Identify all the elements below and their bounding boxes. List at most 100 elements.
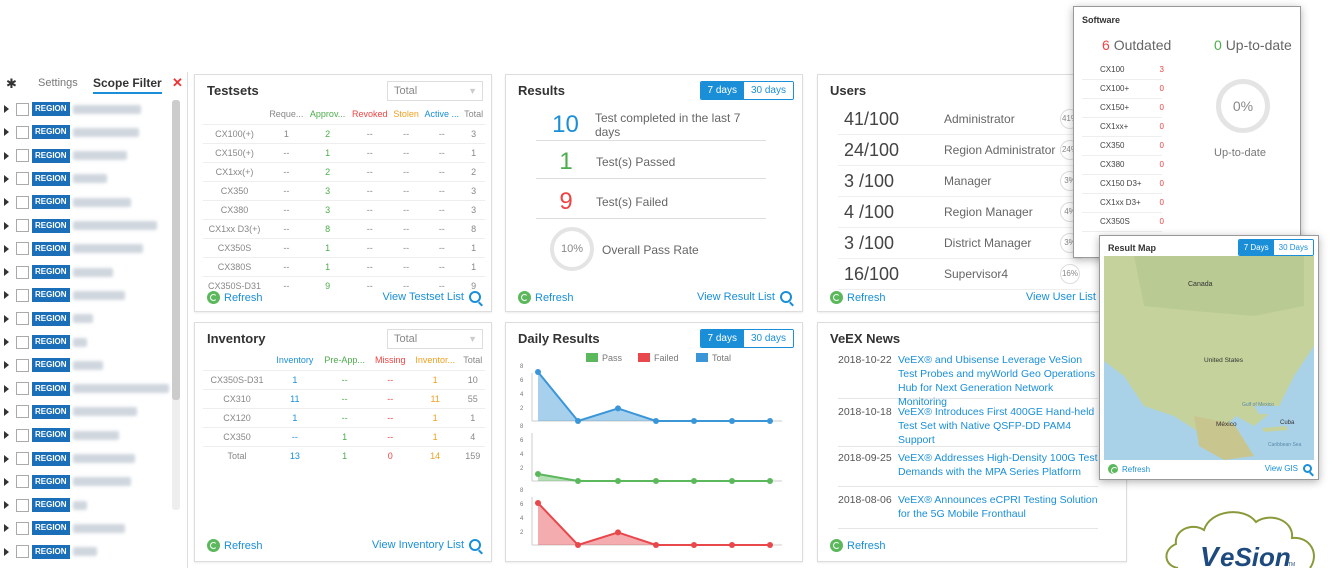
news-link[interactable]: VeEX® and Ubisense Leverage VeSion Test … <box>898 353 1098 409</box>
daily-range-toggle[interactable]: 7 days 30 days <box>699 329 794 348</box>
region-row[interactable]: REGION <box>4 521 125 536</box>
region-checkbox[interactable] <box>16 219 29 232</box>
data-point[interactable] <box>575 478 581 484</box>
result-map[interactable]: Canada United States México Cuba Gulf of… <box>1104 256 1314 460</box>
expand-icon[interactable] <box>4 268 9 277</box>
region-row[interactable]: REGION <box>4 241 143 256</box>
region-checkbox[interactable] <box>16 242 29 256</box>
expand-icon[interactable] <box>4 524 9 533</box>
data-point[interactable] <box>615 529 621 536</box>
region-row[interactable]: REGION <box>4 288 125 303</box>
expand-icon[interactable] <box>4 338 9 346</box>
region-checkbox[interactable] <box>16 102 29 116</box>
data-point[interactable] <box>535 369 541 375</box>
tab-30-days[interactable]: 30 days <box>743 330 793 347</box>
expand-icon[interactable] <box>4 128 9 137</box>
expand-icon[interactable] <box>4 221 9 230</box>
data-point[interactable] <box>653 418 659 424</box>
view-inventory-list-link[interactable]: View Inventory List <box>372 539 481 551</box>
refresh-button[interactable]: Refresh <box>518 291 574 304</box>
region-checkbox[interactable] <box>16 498 29 512</box>
news-item[interactable]: 2018-09-25 VeEX® Addresses High-Density 1… <box>838 451 1098 487</box>
region-row[interactable]: REGION <box>4 125 139 140</box>
region-row[interactable]: REGION <box>4 498 87 513</box>
refresh-button[interactable]: Refresh <box>830 539 886 552</box>
news-item[interactable]: 2018-08-06 VeEX® Announces eCPRI Testing … <box>838 493 1098 529</box>
region-row[interactable]: REGION <box>4 335 87 349</box>
refresh-button[interactable]: Refresh <box>1108 464 1150 474</box>
tab-30-days[interactable]: 30 Days <box>1273 240 1313 255</box>
region-checkbox[interactable] <box>16 312 29 326</box>
tab-7-days[interactable]: 7 days <box>700 82 744 99</box>
expand-icon[interactable] <box>4 314 9 323</box>
expand-icon[interactable] <box>4 477 9 486</box>
expand-icon[interactable] <box>4 244 9 253</box>
expand-icon[interactable] <box>4 198 9 207</box>
map-range-toggle[interactable]: 7 Days 30 Days <box>1237 239 1314 256</box>
expand-icon[interactable] <box>4 151 9 160</box>
results-range-toggle[interactable]: 7 days 30 days <box>699 81 794 100</box>
region-checkbox[interactable] <box>16 405 29 419</box>
region-checkbox[interactable] <box>16 335 29 349</box>
expand-icon[interactable] <box>4 384 9 393</box>
region-checkbox[interactable] <box>16 358 29 372</box>
refresh-button[interactable]: Refresh <box>207 539 263 552</box>
data-point[interactable] <box>767 418 773 424</box>
data-point[interactable] <box>653 478 659 484</box>
region-checkbox[interactable] <box>16 265 29 279</box>
expand-icon[interactable] <box>4 291 9 300</box>
expand-icon[interactable] <box>4 454 9 463</box>
region-checkbox[interactable] <box>16 382 29 396</box>
data-point[interactable] <box>691 478 697 484</box>
view-testset-list-link[interactable]: View Testset List <box>382 291 481 303</box>
tab-7-days[interactable]: 7 Days <box>1238 240 1274 255</box>
region-row[interactable]: REGION <box>4 428 119 443</box>
tab-30-days[interactable]: 30 days <box>743 82 793 99</box>
data-point[interactable] <box>653 542 659 548</box>
tab-settings[interactable]: Settings <box>38 77 78 89</box>
data-point[interactable] <box>729 418 735 424</box>
tab-7-days[interactable]: 7 days <box>700 330 744 347</box>
inventory-filter-select[interactable]: Total ▼ <box>387 329 483 349</box>
region-row[interactable]: REGION <box>4 102 141 116</box>
region-row[interactable]: REGION <box>4 544 97 559</box>
news-item[interactable]: 2018-10-22 VeEX® and Ubisense Leverage Ve… <box>838 353 1098 408</box>
data-point[interactable] <box>615 405 621 412</box>
region-checkbox[interactable] <box>16 149 29 163</box>
testsets-filter-select[interactable]: Total ▼ <box>387 81 483 101</box>
region-row[interactable]: REGION <box>4 474 131 489</box>
region-row[interactable]: REGION <box>4 381 169 396</box>
data-point[interactable] <box>535 500 541 506</box>
region-row[interactable]: REGION <box>4 171 107 186</box>
region-checkbox[interactable] <box>16 545 29 559</box>
region-row[interactable]: REGION <box>4 311 93 326</box>
region-checkbox[interactable] <box>16 195 29 209</box>
data-point[interactable] <box>575 542 581 548</box>
expand-icon[interactable] <box>4 361 9 370</box>
expand-icon[interactable] <box>4 407 9 416</box>
region-row[interactable]: REGION <box>4 148 127 163</box>
data-point[interactable] <box>691 418 697 424</box>
data-point[interactable] <box>535 471 541 477</box>
region-checkbox[interactable] <box>16 475 29 489</box>
refresh-button[interactable]: Refresh <box>207 291 263 304</box>
region-row[interactable]: REGION <box>4 451 135 466</box>
region-row[interactable]: REGION <box>4 404 137 419</box>
region-checkbox[interactable] <box>16 452 29 465</box>
region-checkbox[interactable] <box>16 428 29 442</box>
region-checkbox[interactable] <box>16 125 29 139</box>
news-link[interactable]: VeEX® Introduces First 400GE Hand-held T… <box>898 405 1098 447</box>
data-point[interactable] <box>691 542 697 548</box>
region-checkbox[interactable] <box>16 521 29 535</box>
data-point[interactable] <box>767 542 773 548</box>
data-point[interactable] <box>729 542 735 548</box>
close-icon[interactable]: ✕ <box>172 75 183 91</box>
view-user-list-link[interactable]: View User List <box>1026 291 1096 303</box>
scrollbar[interactable] <box>172 100 180 510</box>
region-row[interactable]: REGION <box>4 358 103 373</box>
tab-scope-filter[interactable]: Scope Filter <box>93 76 162 94</box>
expand-icon[interactable] <box>4 501 9 510</box>
data-point[interactable] <box>575 418 581 424</box>
region-checkbox[interactable] <box>16 172 29 186</box>
view-gis-link[interactable]: View GIS <box>1265 464 1312 473</box>
